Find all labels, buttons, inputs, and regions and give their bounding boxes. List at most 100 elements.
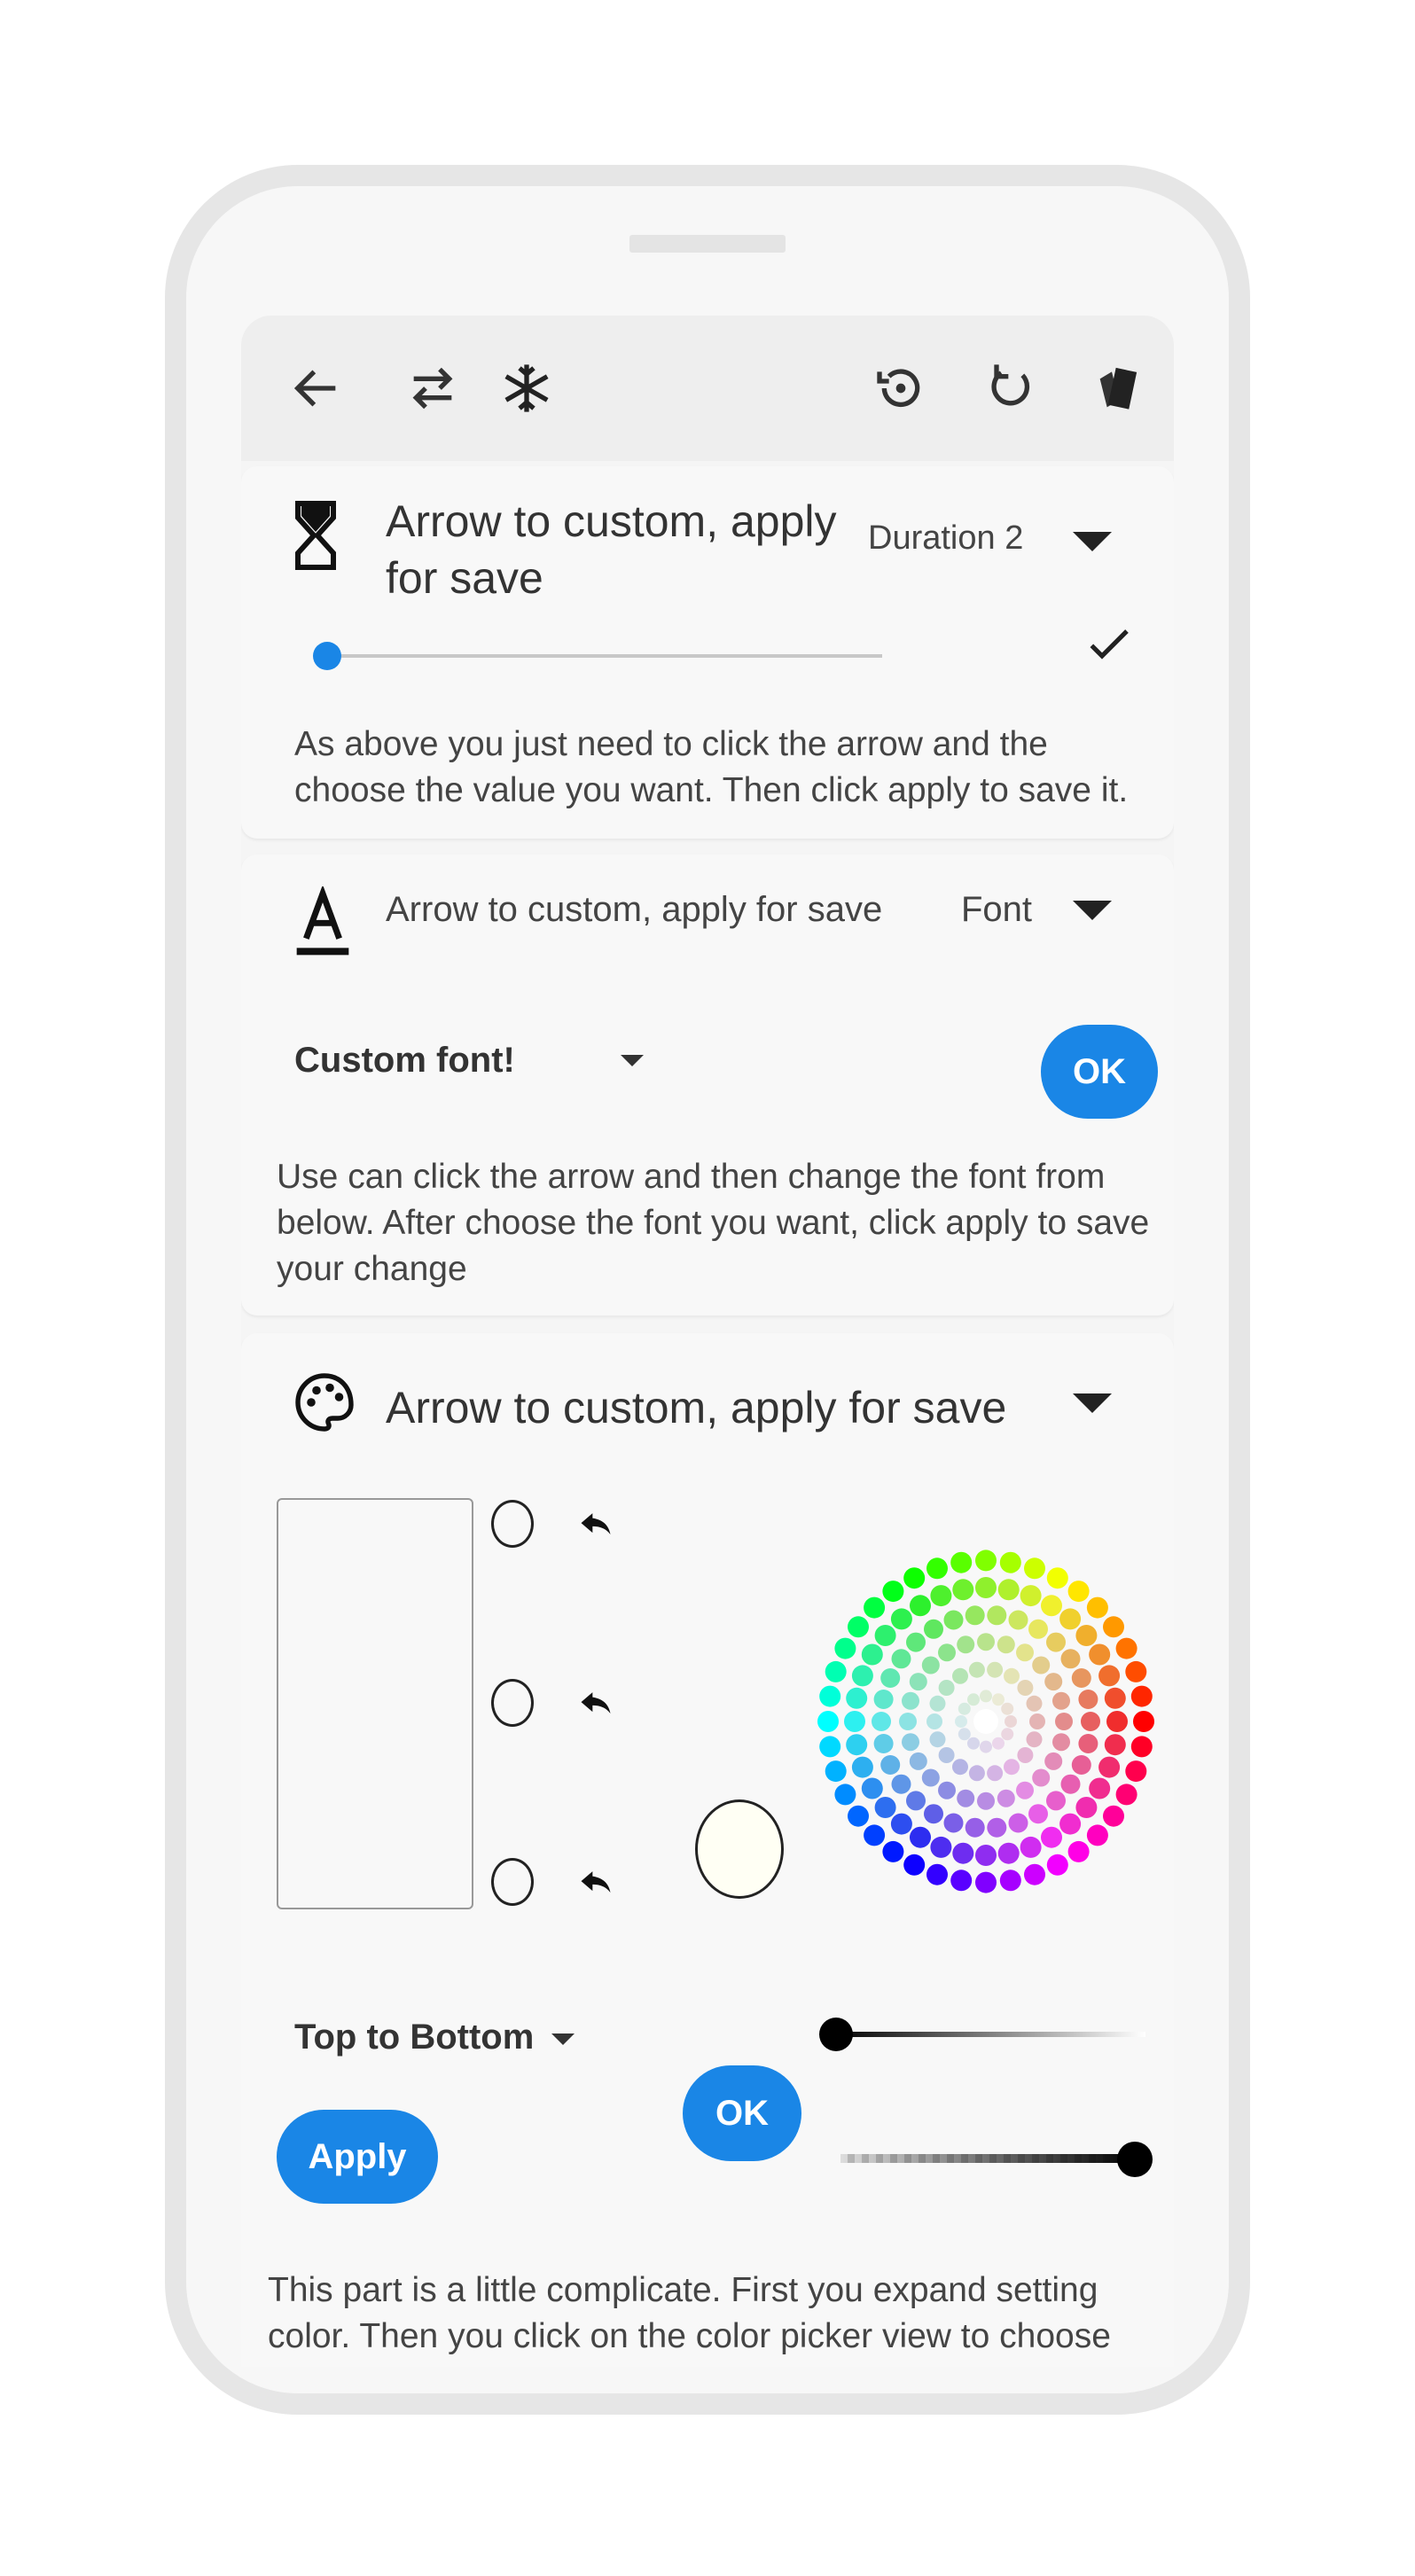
color-wheel-dot[interactable] bbox=[910, 1826, 931, 1848]
color-wheel-dot[interactable] bbox=[943, 1610, 964, 1630]
color-wheel-dot[interactable] bbox=[930, 1585, 952, 1607]
color-wheel-dot[interactable] bbox=[987, 1661, 1004, 1678]
color-wheel-dot[interactable] bbox=[1044, 1752, 1063, 1770]
color-wheel-dot[interactable] bbox=[975, 1845, 997, 1866]
color-wheel-dot[interactable] bbox=[890, 1813, 912, 1835]
color-wheel-dot[interactable] bbox=[1104, 1734, 1126, 1756]
color-wheel-dot[interactable] bbox=[1089, 1777, 1111, 1799]
color-wheel-dot[interactable] bbox=[950, 1870, 973, 1892]
color-wheel-dot[interactable] bbox=[1130, 1736, 1153, 1758]
color-wheel-dot[interactable] bbox=[968, 1661, 985, 1678]
color-wheel-dot[interactable] bbox=[950, 1551, 973, 1573]
color-wheel-dot[interactable] bbox=[891, 1649, 911, 1669]
color-wheel-dot[interactable] bbox=[957, 1789, 975, 1807]
color-wheel-dot[interactable] bbox=[1104, 1687, 1126, 1709]
color-wheel-dot[interactable] bbox=[873, 1734, 894, 1753]
color-wheel-dot[interactable] bbox=[844, 1711, 865, 1732]
color-wheel-dot[interactable] bbox=[880, 1668, 901, 1688]
color-wheel-dot[interactable] bbox=[819, 1736, 841, 1758]
color-wheel-dot[interactable] bbox=[952, 1579, 974, 1601]
color-wheel-dot[interactable] bbox=[926, 1713, 942, 1729]
color-wheel-dot[interactable] bbox=[1032, 1768, 1051, 1787]
color-wheel-dot[interactable] bbox=[1098, 1756, 1121, 1778]
color-wheel-dot[interactable] bbox=[965, 1605, 985, 1626]
color-wheel-dot[interactable] bbox=[1028, 1804, 1048, 1824]
color-wheel-dot[interactable] bbox=[1055, 1713, 1073, 1730]
color-wheel-dot[interactable] bbox=[929, 1695, 946, 1712]
color-wheel-dot[interactable] bbox=[1130, 1685, 1153, 1707]
color-wheel-dot[interactable] bbox=[864, 1824, 886, 1846]
color-wheel-dot[interactable] bbox=[1106, 1711, 1128, 1732]
color-wheel-dot[interactable] bbox=[1078, 1734, 1098, 1753]
color-wheel-dot[interactable] bbox=[952, 1759, 968, 1776]
cards-icon[interactable] bbox=[1083, 353, 1154, 424]
color-wheel-dot[interactable] bbox=[999, 1870, 1021, 1892]
color-wheel-dot[interactable] bbox=[834, 1784, 856, 1806]
color-wheel-dot[interactable] bbox=[1026, 1695, 1043, 1712]
color-wheel-dot[interactable] bbox=[848, 1616, 869, 1638]
refresh-icon[interactable] bbox=[975, 353, 1046, 424]
color-wheel-dot[interactable] bbox=[861, 1777, 883, 1799]
color-wheel-dot[interactable] bbox=[926, 1557, 948, 1580]
color-wheel-dot[interactable] bbox=[987, 1765, 1004, 1782]
color-wheel-dot[interactable] bbox=[955, 1715, 967, 1728]
color-stop-radio-1[interactable] bbox=[491, 1500, 534, 1548]
direction-dropdown-icon[interactable] bbox=[551, 2033, 575, 2045]
color-wheel-center[interactable] bbox=[973, 1709, 998, 1734]
color-wheel-dot[interactable] bbox=[1059, 1813, 1082, 1835]
color-wheel-dot[interactable] bbox=[1044, 1673, 1063, 1691]
color-wheel-dot[interactable] bbox=[1067, 1581, 1090, 1603]
color-wheel-dot[interactable] bbox=[1046, 1632, 1066, 1652]
color-wheel-dot[interactable] bbox=[938, 1643, 956, 1662]
color-dropdown-icon[interactable] bbox=[1073, 1393, 1112, 1413]
color-wheel-dot[interactable] bbox=[938, 1781, 956, 1799]
font-select-dropdown-icon[interactable] bbox=[621, 1055, 644, 1066]
color-wheel-dot[interactable] bbox=[1001, 1702, 1014, 1715]
color-wheel-dot[interactable] bbox=[1029, 1713, 1045, 1729]
font-ok-button[interactable]: OK bbox=[1041, 1025, 1158, 1119]
color-wheel-dot[interactable] bbox=[872, 1712, 891, 1731]
color-wheel-dot[interactable] bbox=[997, 1789, 1015, 1807]
color-wheel-dot[interactable] bbox=[997, 1635, 1015, 1654]
color-wheel-dot[interactable] bbox=[930, 1836, 952, 1858]
color-wheel-dot[interactable] bbox=[834, 1637, 856, 1659]
color-wheel-dot[interactable] bbox=[906, 1632, 926, 1652]
color-wheel-dot[interactable] bbox=[921, 1656, 940, 1674]
color-wheel-dot[interactable] bbox=[1075, 1625, 1098, 1646]
color-wheel-dot[interactable] bbox=[943, 1813, 964, 1833]
color-wheel-dot[interactable] bbox=[968, 1765, 985, 1782]
color-wheel-dot[interactable] bbox=[987, 1605, 1007, 1626]
color-wheel-dot[interactable] bbox=[999, 1551, 1021, 1573]
color-wheel-dot[interactable] bbox=[987, 1817, 1007, 1838]
color-wheel-dot[interactable] bbox=[967, 1693, 980, 1706]
color-wheel-dot[interactable] bbox=[938, 1747, 955, 1763]
color-wheel-dot[interactable] bbox=[846, 1734, 868, 1756]
color-wheel-dot[interactable] bbox=[1020, 1585, 1042, 1607]
color-wheel-dot[interactable] bbox=[1103, 1616, 1124, 1638]
color-wheel-dot[interactable] bbox=[1024, 1863, 1045, 1885]
check-icon[interactable] bbox=[1083, 619, 1133, 668]
color-wheel-dot[interactable] bbox=[958, 1702, 971, 1715]
color-wheel-dot[interactable] bbox=[929, 1731, 946, 1748]
color-wheel-dot[interactable] bbox=[1008, 1610, 1028, 1630]
color-wheel-dot[interactable] bbox=[1046, 1567, 1068, 1589]
color-wheel-dot[interactable] bbox=[980, 1690, 992, 1703]
color-stop-radio-2[interactable] bbox=[491, 1679, 534, 1727]
color-wheel-dot[interactable] bbox=[1125, 1660, 1147, 1682]
color-wheel-dot[interactable] bbox=[882, 1840, 904, 1862]
alpha-slider-track[interactable] bbox=[840, 2154, 1138, 2163]
color-wheel-dot[interactable] bbox=[1067, 1840, 1090, 1862]
color-wheel-dot[interactable] bbox=[1059, 1608, 1082, 1630]
color-wheel-dot[interactable] bbox=[965, 1817, 985, 1838]
color-wheel-dot[interactable] bbox=[1046, 1791, 1066, 1811]
color-wheel-dot[interactable] bbox=[910, 1595, 931, 1617]
color-wheel-dot[interactable] bbox=[890, 1608, 912, 1630]
color-wheel-dot[interactable] bbox=[873, 1690, 894, 1709]
duration-slider-track[interactable] bbox=[325, 654, 882, 658]
color-ok-button[interactable]: OK bbox=[683, 2065, 801, 2161]
color-wheel-dot[interactable] bbox=[848, 1805, 869, 1827]
color-wheel-dot[interactable] bbox=[1071, 1668, 1091, 1688]
restore-icon[interactable] bbox=[865, 353, 936, 424]
color-wheel-dot[interactable] bbox=[1016, 1643, 1034, 1662]
color-wheel-dot[interactable] bbox=[1004, 1759, 1020, 1776]
